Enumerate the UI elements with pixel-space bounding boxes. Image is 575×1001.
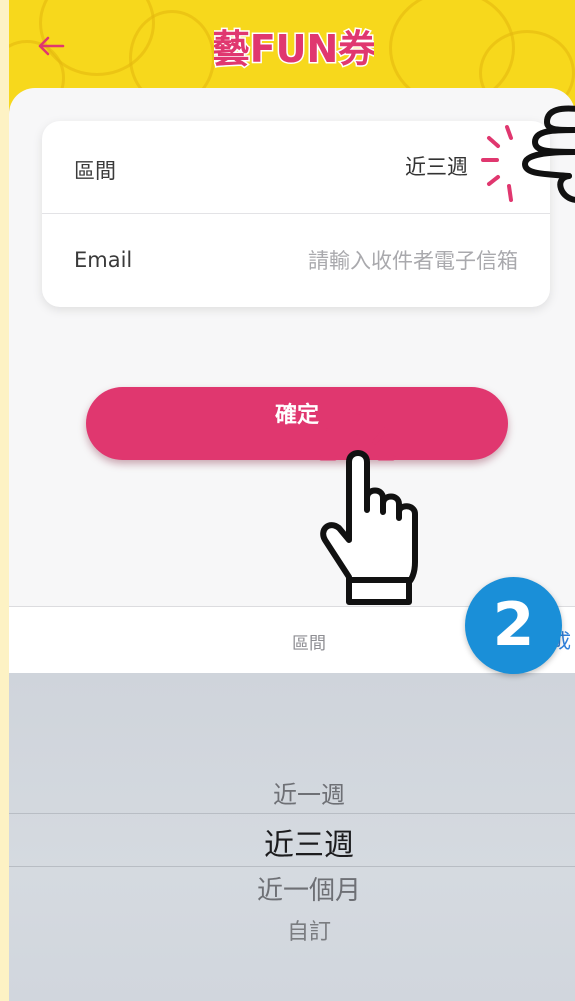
back-button[interactable] — [33, 28, 69, 64]
picker-option-selected[interactable]: 近三週 — [9, 820, 575, 864]
picker-option[interactable]: 自訂 — [9, 914, 575, 946]
svg-text:藝FUN券: 藝FUN券 — [214, 27, 374, 71]
tap-hand-icon — [318, 413, 418, 605]
app-logo: 藝FUN券 — [210, 22, 379, 74]
picker-option[interactable]: 近一週 — [9, 775, 575, 810]
step-number-badge: 2 — [465, 577, 562, 674]
picker-option[interactable]: 近一個月 — [9, 870, 575, 907]
swipe-hand-icon — [481, 105, 575, 203]
interval-label: 區間 — [74, 159, 116, 183]
picker-selection-top — [9, 813, 575, 814]
arrow-left-icon — [38, 36, 65, 56]
app-screen: 藝FUN券 區間 近三週 Email 確定 區間 成 近一週 近三週 近一個月 … — [9, 0, 575, 1001]
picker-selection-bottom — [9, 866, 575, 867]
email-input[interactable] — [216, 242, 520, 280]
email-row: Email — [42, 214, 550, 306]
email-label: Email — [74, 248, 133, 272]
interval-value: 近三週 — [405, 155, 468, 179]
